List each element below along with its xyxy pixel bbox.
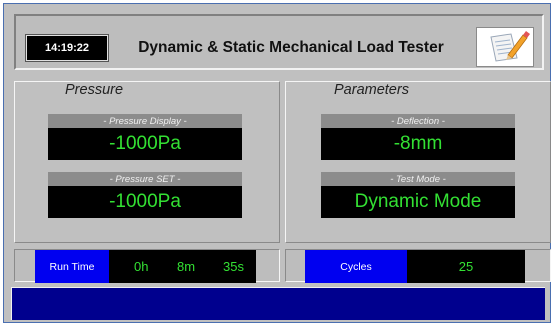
run-time-label: Run Time [35, 250, 109, 283]
parameters-panel-title: Parameters [334, 82, 409, 98]
pressure-panel: Pressure - Pressure Display - -1000Pa - … [14, 81, 280, 243]
header-bar: 14:19:22 Dynamic & Static Mechanical Loa… [14, 14, 544, 70]
cycles-bar: Cycles 25 [285, 249, 551, 283]
parameters-panel: Parameters - Deflection - -8mm - Test Mo… [285, 81, 551, 243]
run-time-bar: Run Time 0h 8m 35s [14, 249, 280, 283]
pressure-display-field: - Pressure Display - -1000Pa [48, 114, 242, 160]
clock-display: 14:19:22 [26, 35, 108, 61]
test-mode-field[interactable]: - Test Mode - Dynamic Mode [321, 172, 515, 218]
cycles-label: Cycles [305, 250, 407, 283]
deflection-field: - Deflection - -8mm [321, 114, 515, 160]
cycles-value: 25 [407, 250, 525, 283]
run-time-hours: 0h [134, 259, 149, 274]
run-time-display: 0h 8m 35s [109, 250, 256, 283]
run-time-minutes: 8m [177, 259, 196, 274]
pressure-set-field[interactable]: - Pressure SET - -1000Pa [48, 172, 242, 218]
status-bar [11, 287, 545, 320]
notepad-pencil-icon[interactable] [476, 27, 534, 67]
pressure-set-value[interactable]: -1000Pa [48, 186, 242, 218]
pressure-panel-title: Pressure [65, 82, 124, 98]
pressure-set-label: - Pressure SET - [48, 172, 242, 186]
pressure-display-label: - Pressure Display - [48, 114, 242, 128]
deflection-value: -8mm [321, 128, 515, 160]
test-mode-label: - Test Mode - [321, 172, 515, 186]
app-title: Dynamic & Static Mechanical Load Tester [138, 39, 444, 56]
test-mode-value[interactable]: Dynamic Mode [321, 186, 515, 218]
run-time-seconds: 35s [223, 259, 244, 274]
pressure-display-value: -1000Pa [48, 128, 242, 160]
hmi-screen: 14:19:22 Dynamic & Static Mechanical Loa… [3, 3, 551, 323]
deflection-label: - Deflection - [321, 114, 515, 128]
